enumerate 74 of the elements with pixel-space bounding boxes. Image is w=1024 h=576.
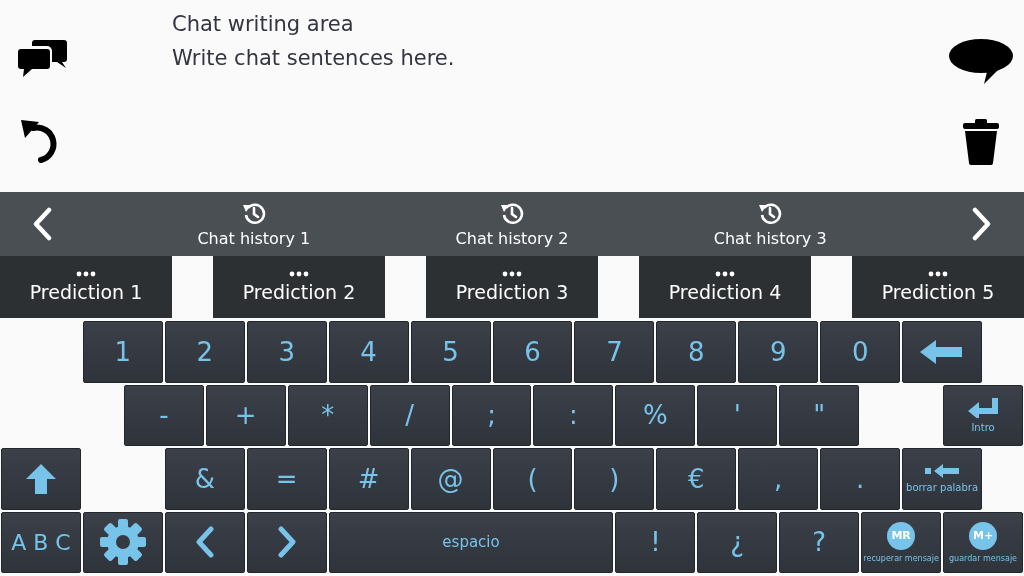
backspace-key[interactable] xyxy=(902,321,983,383)
writing-area-title: Chat writing area xyxy=(172,11,355,38)
key[interactable]: 4 xyxy=(328,321,409,383)
prediction-button[interactable]: Prediction 5 xyxy=(852,256,1024,318)
speech-bubble-icon[interactable] xyxy=(948,37,1014,84)
delete-word-key[interactable]: borrar palabra xyxy=(902,448,983,510)
key[interactable]: 8 xyxy=(656,321,737,383)
enter-key[interactable]: Intro xyxy=(943,384,1023,446)
more-icon xyxy=(76,271,96,277)
enter-icon xyxy=(968,397,999,418)
key[interactable]: 0 xyxy=(820,321,901,383)
chat-history-button[interactable]: Chat history 1 xyxy=(197,200,311,248)
key[interactable]: ¿ xyxy=(697,511,778,573)
key[interactable]: 2 xyxy=(164,321,245,383)
chevron-right-icon[interactable] xyxy=(971,207,992,241)
chevron-left-icon xyxy=(194,526,215,559)
shift-key[interactable] xyxy=(1,448,81,510)
prediction-button[interactable]: Prediction 3 xyxy=(426,256,598,318)
chevron-left-icon[interactable] xyxy=(32,207,52,241)
key[interactable]: % xyxy=(615,384,696,446)
memory-badge: M+ xyxy=(969,521,998,550)
key[interactable]: 5 xyxy=(410,321,491,383)
key[interactable]: @ xyxy=(410,448,491,510)
history-icon xyxy=(500,200,524,225)
key[interactable]: # xyxy=(328,448,409,510)
key[interactable]: ; xyxy=(451,384,532,446)
key[interactable]: ) xyxy=(574,448,655,510)
chat-input-field[interactable]: Write chat sentences here. xyxy=(172,46,672,70)
key[interactable]: . xyxy=(820,448,901,510)
more-icon xyxy=(289,271,309,277)
right-key[interactable] xyxy=(246,511,327,573)
chat-history-button[interactable]: Chat history 3 xyxy=(713,200,827,248)
chat-history-button[interactable]: Chat history 2 xyxy=(455,200,569,248)
key[interactable]: € xyxy=(656,448,737,510)
more-icon xyxy=(715,271,735,277)
history-icon xyxy=(241,200,266,225)
key[interactable]: 3 xyxy=(246,321,327,383)
key[interactable]: = xyxy=(246,448,327,510)
key[interactable]: , xyxy=(738,448,819,510)
key[interactable]: 1 xyxy=(82,321,163,383)
prediction-button[interactable]: Prediction 1 xyxy=(0,256,172,318)
more-icon xyxy=(928,271,948,277)
arrow-up-icon xyxy=(25,463,56,494)
key[interactable]: : xyxy=(533,384,614,446)
key[interactable]: ' xyxy=(697,384,778,446)
history-icon xyxy=(758,200,783,225)
key[interactable]: * xyxy=(287,384,368,446)
abc-key[interactable]: A B C xyxy=(1,511,81,573)
space-key[interactable]: espacio xyxy=(328,511,614,573)
key[interactable]: & xyxy=(164,448,245,510)
key[interactable]: ? xyxy=(779,511,860,573)
key[interactable]: / xyxy=(369,384,450,446)
key[interactable]: 9 xyxy=(738,321,819,383)
key[interactable]: " xyxy=(779,384,860,446)
memory-badge: MR xyxy=(887,521,916,550)
chevron-right-icon xyxy=(276,526,297,559)
prediction-button[interactable]: Prediction 4 xyxy=(639,256,811,318)
settings-key[interactable] xyxy=(82,511,163,573)
key[interactable]: ( xyxy=(492,448,573,510)
more-icon xyxy=(502,271,522,277)
settings-icon xyxy=(99,519,146,566)
prediction-button[interactable]: Prediction 2 xyxy=(213,256,385,318)
key[interactable]: - xyxy=(123,384,204,446)
memory-key[interactable]: M+ guardar mensaje xyxy=(943,511,1023,573)
memory-key[interactable]: MR recuperar mensaje xyxy=(861,511,942,573)
trash-icon[interactable] xyxy=(962,118,1000,165)
left-key[interactable] xyxy=(164,511,245,573)
key[interactable]: + xyxy=(205,384,286,446)
chat-bubbles-icon[interactable] xyxy=(18,38,68,80)
key[interactable]: 6 xyxy=(492,321,573,383)
arrow-left-icon xyxy=(920,339,965,364)
key[interactable]: ! xyxy=(615,511,696,573)
key[interactable]: 7 xyxy=(574,321,655,383)
delete-word-icon xyxy=(925,464,960,479)
